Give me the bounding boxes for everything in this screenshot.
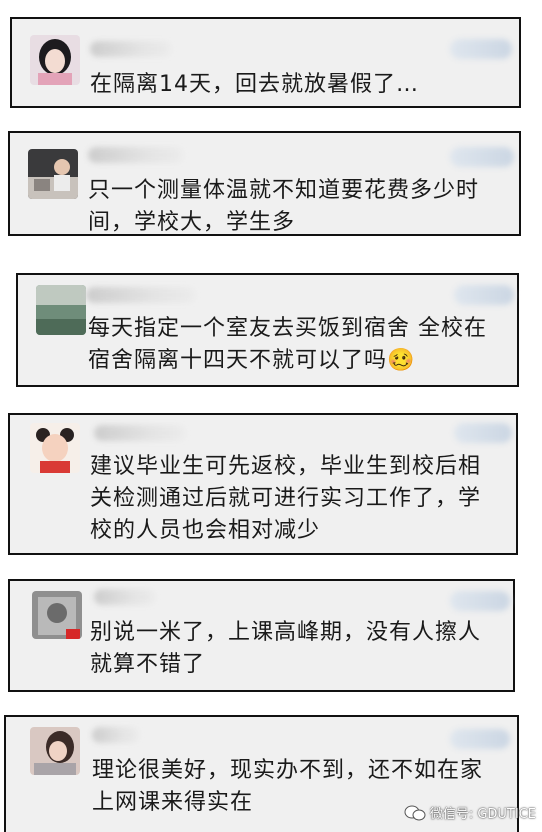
like-count-blurred[interactable] — [450, 591, 510, 611]
like-count-blurred[interactable] — [454, 285, 514, 305]
comment-card: 每天指定一个室友去买饭到宿舍 全校在 宿舍隔离十四天不就可以了吗🥴 — [16, 273, 519, 387]
avatar-landscape-image — [36, 285, 86, 335]
wechat-icon — [404, 805, 426, 821]
username-blurred — [86, 287, 196, 303]
avatar-girl-image — [30, 35, 80, 85]
comment-text: 在隔离14天，回去就放暑假了… — [90, 72, 419, 97]
username-blurred — [88, 147, 184, 163]
comment-card: 在隔离14天，回去就放暑假了… — [10, 17, 521, 108]
username-blurred — [90, 41, 172, 57]
comment-card: 建议毕业生可先返校，毕业生到校后相 关检测通过后就可进行实习工作了，学 校的人员… — [8, 413, 518, 555]
username-blurred — [94, 589, 156, 605]
like-count-blurred[interactable] — [454, 423, 512, 443]
username-blurred — [94, 425, 186, 441]
comment-text: 别说一米了，上课高峰期，没有人擦人 就算不错了 — [90, 620, 482, 677]
avatar[interactable] — [30, 423, 80, 473]
comment-card: 只一个测量体温就不知道要花费多少时 间，学校大，学生多 — [8, 131, 521, 236]
comment-text: 只一个测量体温就不知道要花费多少时 间，学校大，学生多 — [88, 178, 480, 235]
avatar-room-image — [28, 149, 78, 199]
avatar[interactable] — [36, 285, 86, 335]
watermark-text: 微信号: GDUTICE — [429, 807, 536, 822]
like-count-blurred[interactable] — [450, 729, 510, 749]
like-count-blurred[interactable] — [450, 147, 514, 167]
comment-text: 建议毕业生可先返校，毕业生到校后相 关检测通过后就可进行实习工作了，学 校的人员… — [90, 454, 482, 543]
comment-card: 别说一米了，上课高峰期，没有人擦人 就算不错了 — [8, 579, 515, 692]
avatar[interactable] — [30, 35, 80, 85]
avatar[interactable] — [28, 149, 78, 199]
avatar-woman-image — [30, 727, 80, 775]
comment-text: 每天指定一个室友去买饭到宿舍 全校在 宿舍隔离十四天不就可以了吗🥴 — [88, 316, 487, 373]
avatar[interactable] — [30, 727, 80, 775]
username-blurred — [92, 727, 140, 743]
avatar-photo-image — [32, 591, 82, 639]
avatar-child-image — [30, 423, 80, 473]
avatar[interactable] — [32, 591, 82, 639]
like-count-blurred[interactable] — [450, 39, 512, 59]
wechat-watermark: 微信号: GDUTICE — [404, 803, 536, 822]
